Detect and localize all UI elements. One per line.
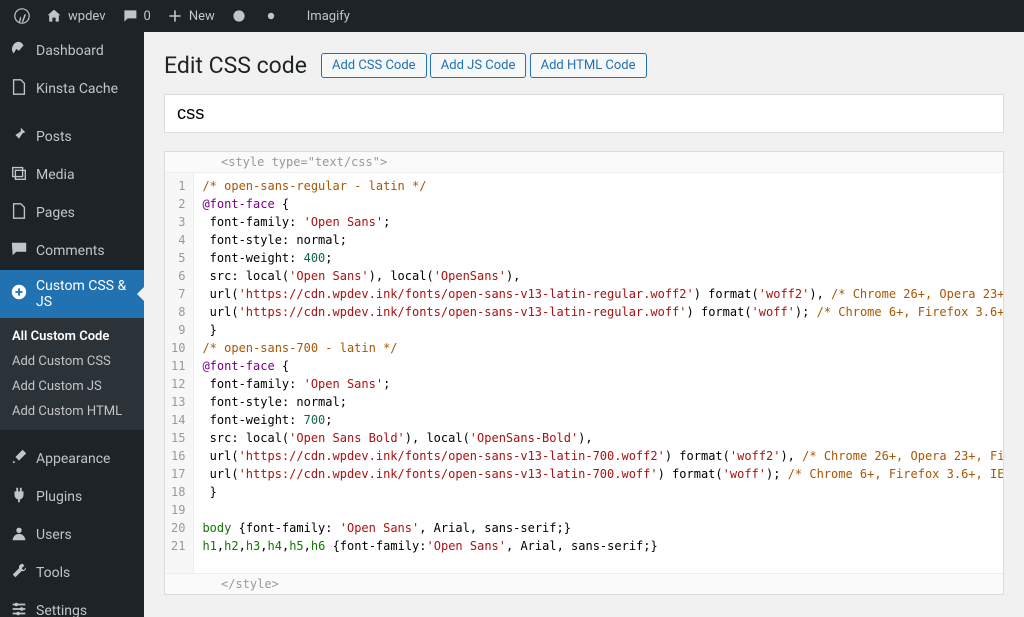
sidebar-item-label: Custom CSS & JS — [36, 278, 134, 310]
sidebar-item-custom-css-js[interactable]: Custom CSS & JS — [0, 270, 144, 318]
editor-prologue: <style type="text/css"> — [165, 152, 1003, 173]
home-icon — [46, 8, 62, 24]
wp-logo-menu[interactable] — [6, 0, 38, 32]
dot-icon — [263, 8, 279, 24]
comment-icon — [122, 8, 138, 24]
wrench-icon — [10, 562, 28, 584]
sidebar-item-settings[interactable]: Settings — [0, 592, 144, 617]
comments-menu[interactable]: 0 — [114, 0, 159, 32]
generic-menu[interactable] — [255, 0, 287, 32]
sliders-icon — [10, 600, 28, 617]
sidebar-item-label: Appearance — [36, 451, 110, 467]
heading-row: Edit CSS code Add CSS Code Add JS Code A… — [164, 52, 1004, 79]
sidebar-item-kinsta-cache[interactable]: Kinsta Cache — [0, 70, 144, 108]
sidebar-subitem[interactable]: Add Custom HTML — [0, 399, 144, 424]
sidebar-item-label: Kinsta Cache — [36, 81, 118, 97]
code-editor[interactable]: <style type="text/css"> 1234567891011121… — [164, 151, 1004, 595]
plug-icon — [10, 486, 28, 508]
sidebar-subitem[interactable]: Add Custom JS — [0, 374, 144, 399]
imagify-menu[interactable]: Imagify — [299, 0, 358, 32]
admin-sidebar: Dashboard Kinsta Cache Posts Media Pages Comm… — [0, 32, 144, 617]
sidebar-item-label: Pages — [36, 205, 75, 221]
sidebar-item-appearance[interactable]: Appearance — [0, 440, 144, 478]
page-icon — [10, 202, 28, 224]
add-js-button[interactable]: Add JS Code — [430, 53, 527, 78]
sidebar-item-tools[interactable]: Tools — [0, 554, 144, 592]
site-name-menu[interactable]: wpdev — [38, 0, 114, 32]
site-name-label: wpdev — [68, 9, 106, 24]
sidebar-item-comments[interactable]: Comments — [0, 232, 144, 270]
pin-icon — [10, 126, 28, 148]
sidebar-submenu: All Custom CodeAdd Custom CSSAdd Custom … — [0, 318, 144, 430]
brush-icon — [10, 448, 28, 470]
page-icon — [10, 78, 28, 100]
plus-circle-icon — [10, 283, 28, 305]
admin-bar: wpdev 0 New Imagify — [0, 0, 1024, 32]
sidebar-item-dashboard[interactable]: Dashboard — [0, 32, 144, 70]
sidebar-subitem[interactable]: Add Custom CSS — [0, 349, 144, 374]
editor-epilogue: </style> — [165, 573, 1003, 594]
user-icon — [10, 524, 28, 546]
sidebar-item-media[interactable]: Media — [0, 156, 144, 194]
sidebar-item-users[interactable]: Users — [0, 516, 144, 554]
wordpress-icon — [14, 8, 30, 24]
post-title-input[interactable] — [164, 94, 1004, 133]
sidebar-item-label: Users — [36, 527, 72, 543]
sidebar-item-label: Plugins — [36, 489, 82, 505]
media-icon — [10, 164, 28, 186]
sidebar-item-plugins[interactable]: Plugins — [0, 478, 144, 516]
plus-icon — [167, 8, 183, 24]
yoast-icon — [231, 8, 247, 24]
sidebar-item-label: Tools — [36, 565, 70, 581]
sidebar-item-label: Posts — [36, 129, 72, 145]
dashboard-icon — [10, 40, 28, 62]
sidebar-item-label: Dashboard — [36, 43, 104, 59]
comments-count: 0 — [144, 9, 151, 24]
page-title: Edit CSS code — [164, 52, 307, 79]
sidebar-item-pages[interactable]: Pages — [0, 194, 144, 232]
sidebar-item-label: Media — [36, 167, 75, 183]
new-content-menu[interactable]: New — [159, 0, 223, 32]
add-css-button[interactable]: Add CSS Code — [321, 53, 427, 78]
sidebar-item-label: Comments — [36, 243, 105, 259]
sidebar-subitem[interactable]: All Custom Code — [0, 324, 144, 349]
editor-gutter: 123456789101112131415161718192021 — [165, 173, 194, 573]
main-content: Edit CSS code Add CSS Code Add JS Code A… — [144, 32, 1024, 617]
sidebar-item-posts[interactable]: Posts — [0, 118, 144, 156]
comment-icon — [10, 240, 28, 262]
sidebar-item-label: Settings — [36, 603, 87, 617]
imagify-label: Imagify — [307, 9, 350, 24]
yoast-menu[interactable] — [223, 0, 255, 32]
add-html-button[interactable]: Add HTML Code — [530, 53, 647, 78]
editor-code-area[interactable]: /* open-sans-regular - latin */@font-fac… — [194, 173, 1003, 573]
new-label: New — [189, 9, 215, 24]
